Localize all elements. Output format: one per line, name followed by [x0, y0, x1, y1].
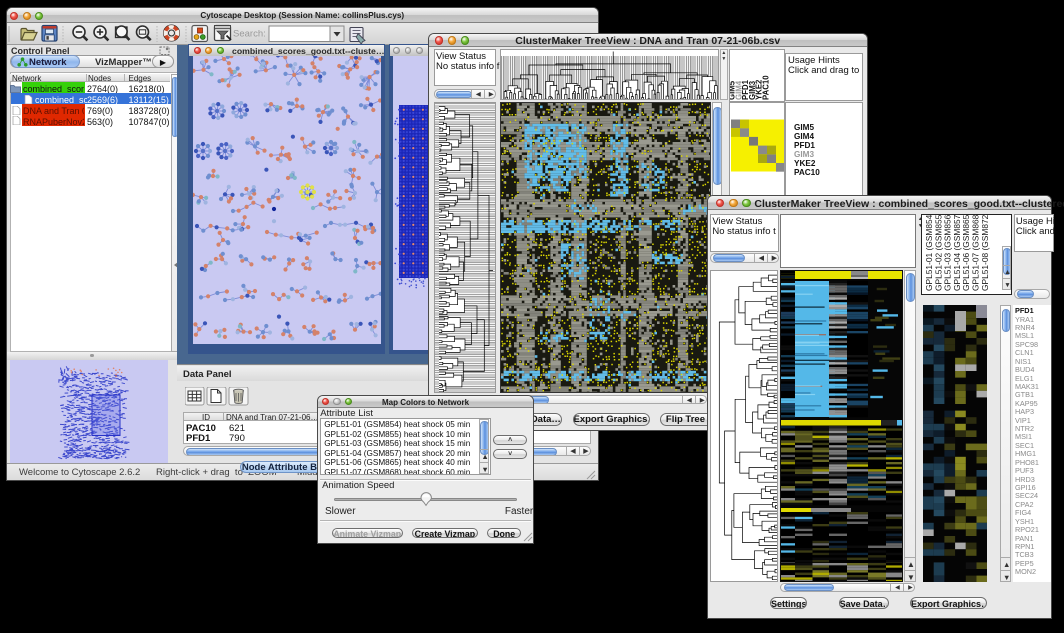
svg-text:PAC10: PAC10: [761, 75, 770, 100]
svg-text:GPL51-08 (GSM872): GPL51-08 (GSM872): [979, 215, 989, 291]
svg-text:Search:: Search:: [233, 29, 266, 40]
